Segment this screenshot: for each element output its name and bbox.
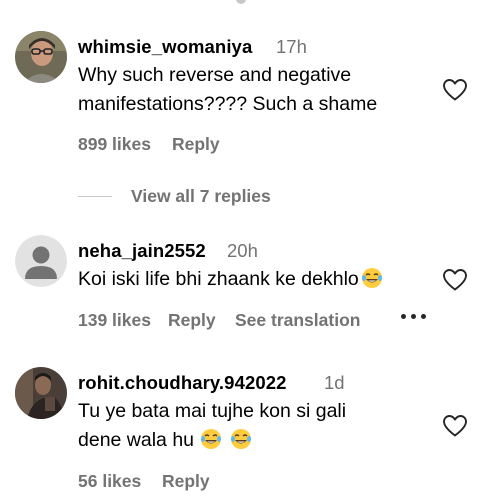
- likes-count[interactable]: 56 likes: [78, 471, 141, 492]
- heart-icon: [443, 269, 467, 291]
- comment-text-content: Koi iski life bhi zhaank ke dekhlo: [78, 268, 359, 290]
- comment-text-line: dene wala hu: [78, 426, 418, 455]
- comment-time: 1d: [324, 372, 345, 393]
- avatar-photo: [15, 31, 67, 83]
- tears-of-joy-emoji-icon: [230, 428, 252, 450]
- reply-button[interactable]: Reply: [168, 310, 216, 331]
- comment-time: 17h: [276, 36, 307, 57]
- reply-button[interactable]: Reply: [162, 471, 210, 492]
- view-replies-button[interactable]: View all 7 replies: [131, 186, 271, 207]
- comment-text: Koi iski life bhi zhaank ke dekhlo: [78, 265, 418, 294]
- heart-icon: [443, 79, 467, 101]
- likes-count[interactable]: 139 likes: [78, 310, 151, 331]
- drag-handle: [236, 0, 246, 4]
- like-button[interactable]: [442, 78, 468, 102]
- comment-username[interactable]: whimsie_womaniya: [78, 36, 252, 58]
- comment-time: 20h: [227, 240, 258, 261]
- reply-button[interactable]: Reply: [172, 134, 220, 155]
- comment-text-line: Tu ye bata mai tujhe kon si gali: [78, 400, 347, 422]
- comment-username[interactable]: neha_jain2552: [78, 240, 206, 262]
- see-translation-button[interactable]: See translation: [235, 310, 360, 331]
- comments-panel: whimsie_womaniya 17h Why such reverse an…: [0, 0, 482, 497]
- tears-of-joy-emoji-icon: [361, 267, 383, 289]
- more-options-icon[interactable]: [401, 314, 426, 319]
- avatar[interactable]: [15, 367, 67, 419]
- avatar-photo: [15, 367, 67, 419]
- avatar[interactable]: [15, 235, 67, 287]
- avatar[interactable]: [15, 31, 67, 83]
- comment-username[interactable]: rohit.choudhary.942022: [78, 372, 287, 394]
- like-button[interactable]: [442, 268, 468, 292]
- replies-divider: [78, 196, 112, 197]
- likes-count[interactable]: 899 likes: [78, 134, 151, 155]
- default-avatar-icon: [15, 235, 67, 287]
- comment-text: Tu ye bata mai tujhe kon si gali dene wa…: [78, 397, 418, 455]
- comment-text: Why such reverse and negative manifestat…: [78, 64, 378, 115]
- tears-of-joy-emoji-icon: [200, 428, 222, 450]
- like-button[interactable]: [442, 414, 468, 438]
- heart-icon: [443, 415, 467, 437]
- comment-text-content: dene wala hu: [78, 429, 195, 451]
